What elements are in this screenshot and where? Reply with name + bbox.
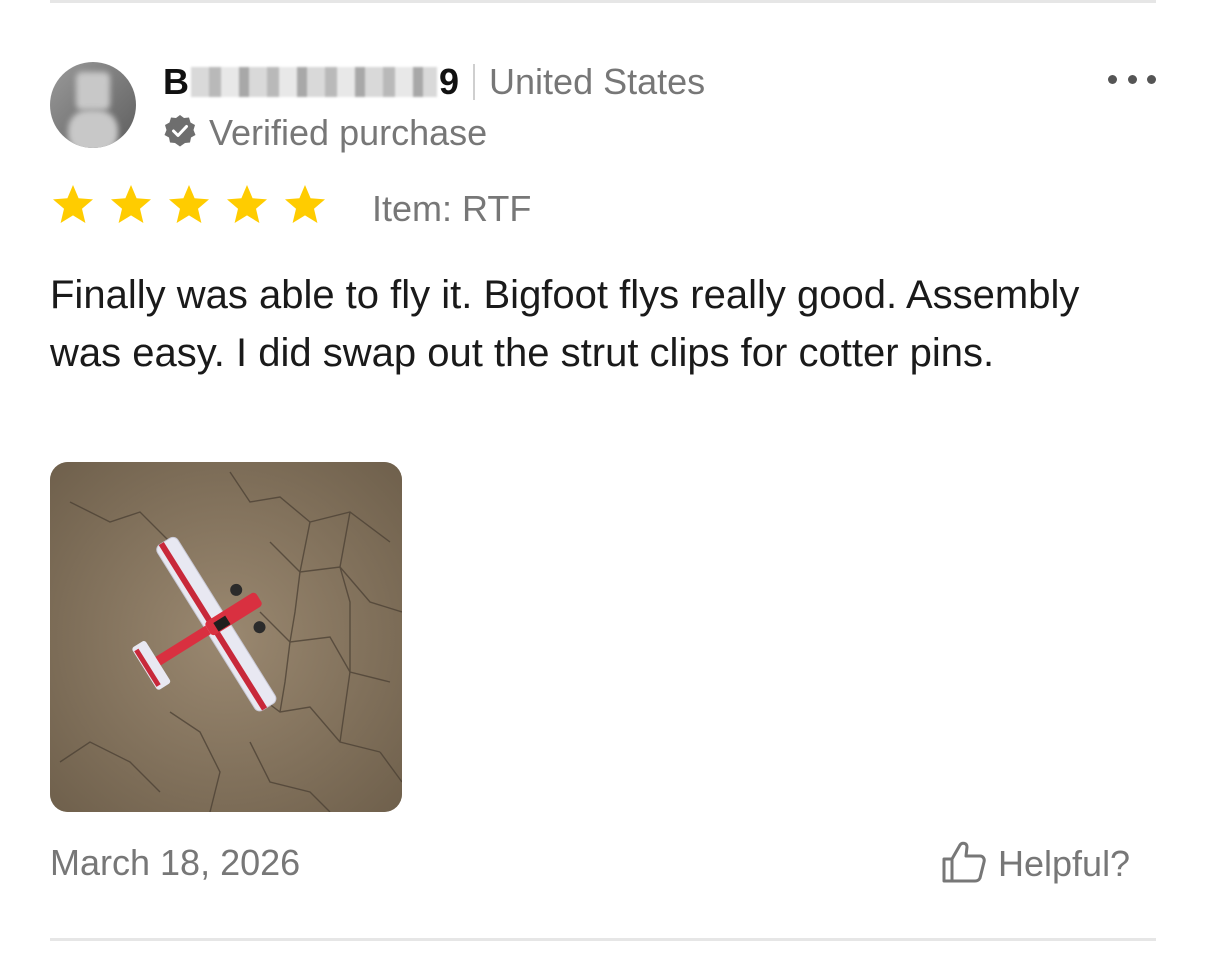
name-country-separator [473,64,476,100]
verified-label: Verified purchase [209,112,488,153]
top-divider [50,0,1156,3]
helpful-button[interactable]: Helpful? [940,838,1130,890]
star-rating [50,184,328,230]
star-icon [166,183,212,232]
helpful-label: Helpful? [998,843,1131,884]
item-variant: Item: RTF [372,188,532,229]
review-date: March 18, 2026 [50,842,301,883]
username-first-char: B [163,61,189,102]
username-last-char: 9 [439,61,460,102]
username-redaction [191,67,437,97]
avatar[interactable] [50,62,136,148]
review-photo[interactable] [50,462,402,812]
thumbs-up-icon [940,839,988,890]
reviewer-country: United States [489,61,706,102]
reviewer-name[interactable]: B 9 United States [163,60,705,104]
verified-badge-icon [163,114,197,153]
star-icon [50,183,96,232]
verified-purchase: Verified purchase [163,112,487,154]
review-body: Finally was able to fly it. Bigfoot flys… [50,273,1080,375]
star-icon [224,183,270,232]
star-icon [108,183,154,232]
more-options-icon[interactable] [1108,68,1156,90]
bottom-divider [50,938,1156,941]
star-icon [282,183,328,232]
